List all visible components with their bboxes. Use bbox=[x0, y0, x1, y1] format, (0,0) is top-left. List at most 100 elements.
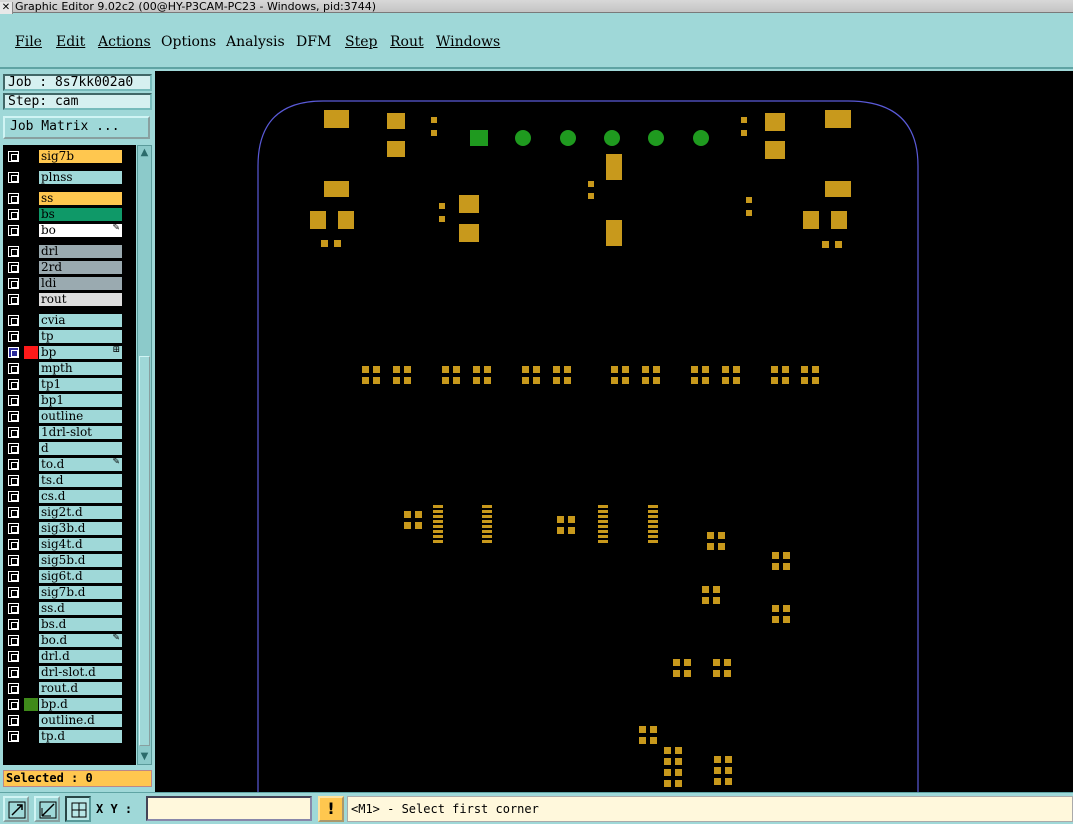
layer-color-swatch[interactable] bbox=[24, 458, 38, 471]
graphic-canvas[interactable] bbox=[155, 71, 1073, 792]
snap-grid-button[interactable] bbox=[65, 796, 91, 822]
layer-row-tp-d[interactable]: tp.d bbox=[3, 729, 136, 744]
layer-row-ts-d[interactable]: ts.d bbox=[3, 473, 136, 488]
layer-name[interactable]: rout bbox=[39, 293, 122, 306]
layer-row-rout-d[interactable]: rout.d bbox=[3, 681, 136, 696]
layer-row-sig3b-d[interactable]: sig3b.d bbox=[3, 521, 136, 536]
layer-color-swatch[interactable] bbox=[24, 602, 38, 615]
layer-name[interactable]: sig3b.d bbox=[39, 522, 122, 535]
layer-name[interactable]: tp bbox=[39, 330, 122, 343]
menu-dfm[interactable]: DFM bbox=[296, 34, 331, 50]
layer-name[interactable]: bp1 bbox=[39, 394, 122, 407]
layer-row-ss-d[interactable]: ss.d bbox=[3, 601, 136, 616]
layer-checkbox[interactable] bbox=[8, 395, 19, 406]
layer-checkbox[interactable] bbox=[8, 427, 19, 438]
layer-checkbox[interactable] bbox=[8, 262, 19, 273]
layer-checkbox[interactable] bbox=[8, 209, 19, 220]
job-matrix-button[interactable]: Job Matrix ... bbox=[3, 116, 150, 139]
layer-name[interactable]: mpth bbox=[39, 362, 122, 375]
menu-edit[interactable]: Edit bbox=[56, 34, 85, 50]
layer-checkbox[interactable] bbox=[8, 731, 19, 742]
layer-color-swatch[interactable] bbox=[24, 277, 38, 290]
layer-color-swatch[interactable] bbox=[24, 554, 38, 567]
layer-name[interactable]: bo bbox=[39, 224, 122, 237]
layer-color-swatch[interactable] bbox=[24, 730, 38, 743]
layer-checkbox[interactable] bbox=[8, 475, 19, 486]
layer-name[interactable]: sig7b.d bbox=[39, 586, 122, 599]
layer-name[interactable]: tp1 bbox=[39, 378, 122, 391]
layer-row-cs-d[interactable]: cs.d bbox=[3, 489, 136, 504]
layer-name[interactable]: bp.d bbox=[39, 698, 122, 711]
layer-color-swatch[interactable] bbox=[24, 378, 38, 391]
layer-color-swatch[interactable] bbox=[24, 330, 38, 343]
menu-file[interactable]: File bbox=[15, 34, 42, 50]
layer-row-ldi[interactable]: ldi bbox=[3, 276, 136, 291]
layer-row-tp[interactable]: tp bbox=[3, 329, 136, 344]
layer-row-1drl-slot[interactable]: 1drl-slot bbox=[3, 425, 136, 440]
layer-color-swatch[interactable] bbox=[24, 522, 38, 535]
layer-name[interactable]: outline bbox=[39, 410, 122, 423]
layer-row-sig7b[interactable]: sig7b bbox=[3, 149, 136, 164]
layer-name[interactable]: plnss bbox=[39, 171, 122, 184]
layer-row-bp-d[interactable]: bp.d bbox=[3, 697, 136, 712]
layer-color-swatch[interactable] bbox=[24, 192, 38, 205]
menu-rout[interactable]: Rout bbox=[390, 34, 424, 50]
layer-row-d[interactable]: d bbox=[3, 441, 136, 456]
layer-name[interactable]: ss.d bbox=[39, 602, 122, 615]
layer-checkbox[interactable] bbox=[8, 294, 19, 305]
layer-color-swatch[interactable] bbox=[24, 208, 38, 221]
layer-name[interactable]: bo.d bbox=[39, 634, 122, 647]
layer-checkbox[interactable] bbox=[8, 619, 19, 630]
layer-name[interactable]: ldi bbox=[39, 277, 122, 290]
layer-name[interactable]: bs bbox=[39, 208, 122, 221]
layer-checkbox[interactable] bbox=[8, 363, 19, 374]
layer-checkbox[interactable] bbox=[8, 151, 19, 162]
layer-name[interactable]: bp bbox=[39, 346, 122, 359]
layer-row-bs-d[interactable]: bs.d bbox=[3, 617, 136, 632]
layer-color-swatch[interactable] bbox=[24, 714, 38, 727]
layer-color-swatch[interactable] bbox=[24, 682, 38, 695]
layer-checkbox[interactable] bbox=[8, 411, 19, 422]
layer-checkbox[interactable] bbox=[8, 225, 19, 236]
layer-checkbox[interactable] bbox=[8, 603, 19, 614]
layer-name[interactable]: sig6t.d bbox=[39, 570, 122, 583]
layer-row-rout[interactable]: rout bbox=[3, 292, 136, 307]
layer-name[interactable]: ss bbox=[39, 192, 122, 205]
layer-name[interactable]: ts.d bbox=[39, 474, 122, 487]
layer-color-swatch[interactable] bbox=[24, 171, 38, 184]
layer-row-sig2t-d[interactable]: sig2t.d bbox=[3, 505, 136, 520]
layer-row-outline[interactable]: outline bbox=[3, 409, 136, 424]
menu-options[interactable]: Options bbox=[161, 34, 216, 50]
layer-scrollbar[interactable]: ▲ ▼ bbox=[137, 145, 152, 765]
layer-row-sig5b-d[interactable]: sig5b.d bbox=[3, 553, 136, 568]
layer-name[interactable]: sig2t.d bbox=[39, 506, 122, 519]
layer-checkbox[interactable] bbox=[8, 246, 19, 257]
layer-color-swatch[interactable] bbox=[24, 150, 38, 163]
layer-checkbox[interactable] bbox=[8, 347, 19, 358]
menu-actions[interactable]: Actions bbox=[98, 34, 151, 50]
measure-button[interactable] bbox=[34, 796, 60, 822]
layer-name[interactable]: bs.d bbox=[39, 618, 122, 631]
layer-name[interactable]: cvia bbox=[39, 314, 122, 327]
layer-color-swatch[interactable] bbox=[24, 666, 38, 679]
layer-row-2rd[interactable]: 2rd bbox=[3, 260, 136, 275]
layer-checkbox[interactable] bbox=[8, 539, 19, 550]
layer-name[interactable]: drl-slot.d bbox=[39, 666, 122, 679]
layer-name[interactable]: drl.d bbox=[39, 650, 122, 663]
layer-color-swatch[interactable] bbox=[24, 442, 38, 455]
layer-name[interactable]: sig4t.d bbox=[39, 538, 122, 551]
scroll-up-icon[interactable]: ▲ bbox=[139, 147, 150, 159]
layer-color-swatch[interactable] bbox=[24, 634, 38, 647]
layer-row-bo[interactable]: bo ✎ bbox=[3, 223, 136, 238]
layer-color-swatch[interactable] bbox=[24, 362, 38, 375]
xy-input[interactable] bbox=[146, 796, 312, 821]
layer-checkbox[interactable] bbox=[8, 193, 19, 204]
alert-button[interactable]: ! bbox=[318, 796, 344, 822]
layer-name[interactable]: tp.d bbox=[39, 730, 122, 743]
layer-checkbox[interactable] bbox=[8, 571, 19, 582]
layer-row-drl-slot-d[interactable]: drl-slot.d bbox=[3, 665, 136, 680]
layer-name[interactable]: d bbox=[39, 442, 122, 455]
layer-color-swatch[interactable] bbox=[24, 570, 38, 583]
layer-checkbox[interactable] bbox=[8, 683, 19, 694]
layer-row-plnss[interactable]: plnss bbox=[3, 170, 136, 185]
